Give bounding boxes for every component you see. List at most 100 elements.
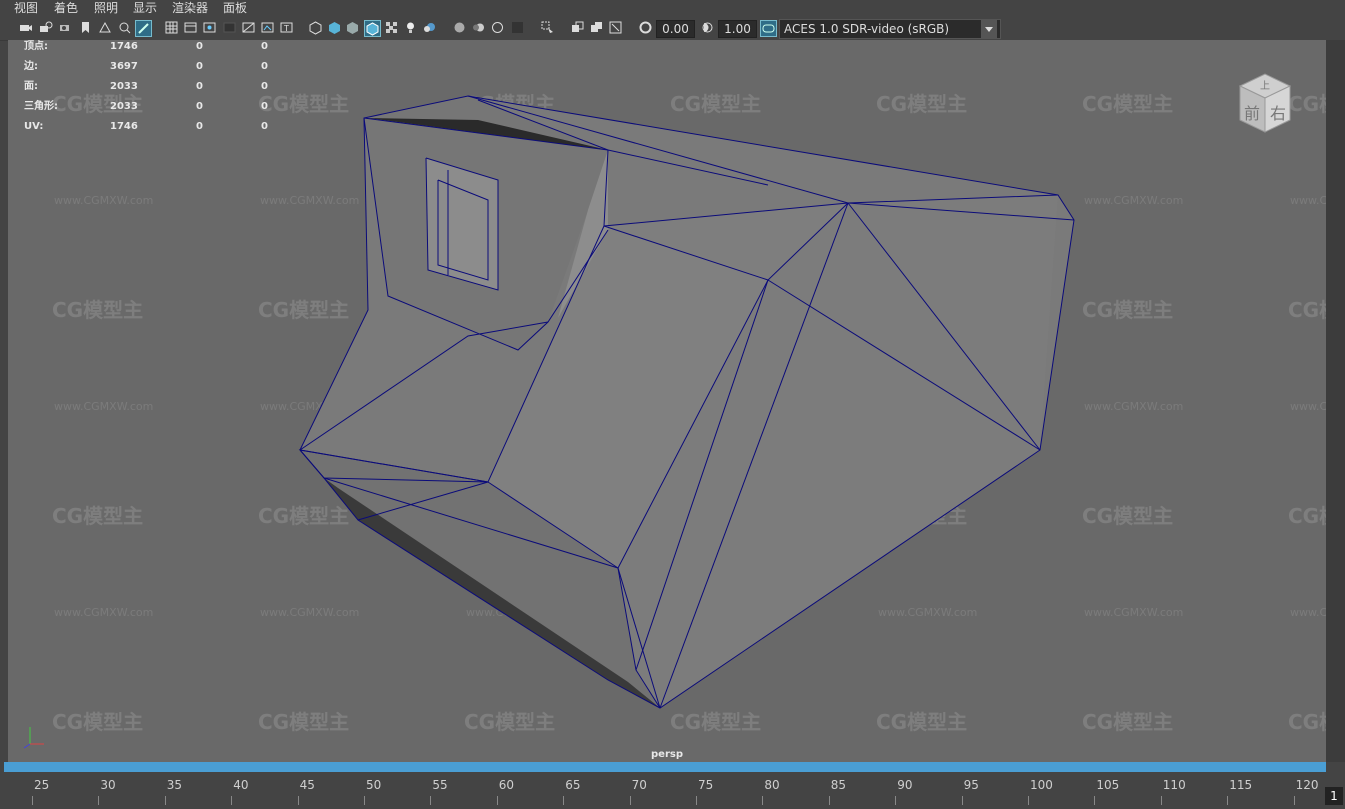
hud-value: 0 [196, 41, 203, 52]
time-tick-label: 110 [1162, 778, 1186, 792]
grease-pencil-icon[interactable] [135, 20, 152, 37]
time-tick-mark [895, 796, 897, 805]
time-tick-label: 60 [498, 778, 515, 792]
view-transform-dropdown[interactable]: ACES 1.0 SDR-video (sRGB) [779, 19, 1001, 39]
time-tick-mark [961, 796, 963, 805]
depth-of-field-icon[interactable] [510, 20, 525, 35]
time-tick-mark [430, 796, 432, 805]
hud-value: 0 [261, 61, 268, 72]
shadows-icon[interactable] [422, 20, 437, 35]
camera-attributes-icon[interactable] [58, 20, 73, 35]
image-plane-icon[interactable] [98, 20, 113, 35]
gamma-icon[interactable] [700, 20, 715, 35]
mesh-wireframe [298, 95, 1075, 709]
hud-value: 2033 [110, 81, 138, 92]
default-material-icon[interactable] [345, 20, 360, 35]
lock-camera-icon[interactable] [38, 20, 53, 35]
time-slider[interactable]: 25 30 35 40 45 50 55 60 65 70 75 80 85 90 95 100 105 110 1… [0, 772, 1345, 809]
time-tick-label: 115 [1229, 778, 1253, 792]
hud-value: 0 [196, 61, 203, 72]
time-tick-mark [1094, 796, 1096, 805]
wireframe-cube-icon[interactable] [308, 20, 323, 35]
menu-view[interactable]: 视图 [14, 0, 38, 16]
time-tick-mark [364, 796, 365, 805]
motion-blur-icon[interactable] [471, 20, 486, 35]
camera-label: persp [651, 749, 683, 760]
color-management-icon[interactable] [760, 20, 777, 37]
resolution-gate-icon[interactable] [202, 20, 217, 35]
time-tick-mark [629, 796, 631, 805]
time-tick-label: 85 [830, 778, 847, 792]
time-tick-mark [1160, 796, 1162, 805]
safe-action-icon[interactable] [260, 20, 275, 35]
timeline-highlight-bar[interactable] [4, 762, 1326, 772]
menu-shading[interactable]: 着色 [54, 0, 78, 16]
smooth-shade-cube-icon[interactable] [327, 20, 342, 35]
time-tick-mark [1028, 796, 1029, 805]
field-chart-icon[interactable] [241, 20, 256, 35]
time-tick-mark [828, 796, 830, 805]
view-cube[interactable]: 上 前 右 [1230, 66, 1300, 136]
view-cube-right-label[interactable]: 右 [1270, 104, 1286, 123]
textured-icon[interactable] [384, 20, 399, 35]
gate-mask-icon[interactable] [222, 20, 237, 35]
right-side-panel [1326, 40, 1345, 762]
time-tick-mark [98, 796, 100, 805]
time-tick-label: 35 [166, 778, 183, 792]
wireframe-on-shaded-icon[interactable] [364, 20, 381, 37]
xray-icon[interactable] [570, 20, 585, 35]
exposure-icon[interactable] [638, 20, 653, 35]
time-tick-mark [1227, 796, 1229, 805]
isolate-select-icon[interactable] [540, 20, 555, 35]
menu-renderer[interactable]: 渲染器 [172, 0, 208, 16]
hud-value: 0 [261, 121, 268, 132]
hud-value: 1746 [110, 41, 138, 52]
view-cube-top-label[interactable]: 上 [1260, 80, 1270, 92]
time-tick-label: 40 [233, 778, 249, 792]
time-tick-label: 25 [34, 778, 50, 792]
time-tick-label: 80 [764, 778, 780, 792]
hud-value: 0 [261, 41, 268, 52]
hud-label-uvs: UV: [24, 121, 44, 132]
lights-icon[interactable] [403, 20, 418, 35]
time-tick-label: 120 [1295, 778, 1319, 792]
time-tick-label: 105 [1096, 778, 1120, 792]
screen-space-ao-icon[interactable] [452, 20, 467, 35]
xray-joints-icon[interactable] [589, 20, 604, 35]
time-tick-mark [32, 796, 33, 805]
menu-lighting[interactable]: 照明 [94, 0, 118, 16]
grid-icon[interactable] [164, 20, 179, 35]
time-tick-mark [496, 796, 498, 805]
time-tick-label: 90 [897, 778, 913, 792]
time-tick-mark [563, 796, 565, 805]
2d-pan-zoom-icon[interactable] [117, 20, 132, 35]
current-frame-field[interactable]: 1 [1325, 787, 1343, 805]
time-tick-mark [696, 796, 697, 805]
safe-title-icon[interactable]: T [279, 20, 294, 35]
view-cube-front-label[interactable]: 前 [1244, 104, 1260, 123]
film-gate-icon[interactable] [183, 20, 198, 35]
time-tick-label: 75 [698, 778, 714, 792]
menu-panels[interactable]: 面板 [223, 0, 247, 16]
gamma-field[interactable]: 1.00 [718, 20, 757, 38]
view-transform-value: ACES 1.0 SDR-video (sRGB) [784, 22, 950, 36]
time-tick-mark [762, 796, 764, 805]
menu-show[interactable]: 显示 [133, 0, 157, 16]
mesh-shaded-faces [300, 96, 1074, 708]
exposure-field[interactable]: 0.00 [656, 20, 695, 38]
hud-value: 3697 [110, 61, 138, 72]
time-tick-label: 30 [100, 778, 116, 792]
anti-aliasing-icon[interactable] [490, 20, 505, 35]
svg-text:T: T [283, 24, 289, 33]
select-camera-icon[interactable] [18, 20, 33, 35]
time-tick-mark [231, 796, 233, 805]
bookmark-icon[interactable] [78, 20, 93, 35]
menu-bar: 视图 着色 照明 显示 渲染器 面板 [0, 0, 1345, 16]
hud-value: 0 [261, 81, 268, 92]
perspective-viewport[interactable]: CG模型主CG模型主CG模型主CG模型主CG模型主CG模型主CG模型主CG模型主… [8, 40, 1326, 762]
hud-value: 0 [196, 101, 203, 112]
hud-label-faces: 面: [24, 81, 38, 92]
hud-label-triangles: 三角形: [24, 101, 58, 112]
xray-components-icon[interactable] [608, 20, 623, 35]
time-tick-label: 100 [1030, 778, 1053, 792]
